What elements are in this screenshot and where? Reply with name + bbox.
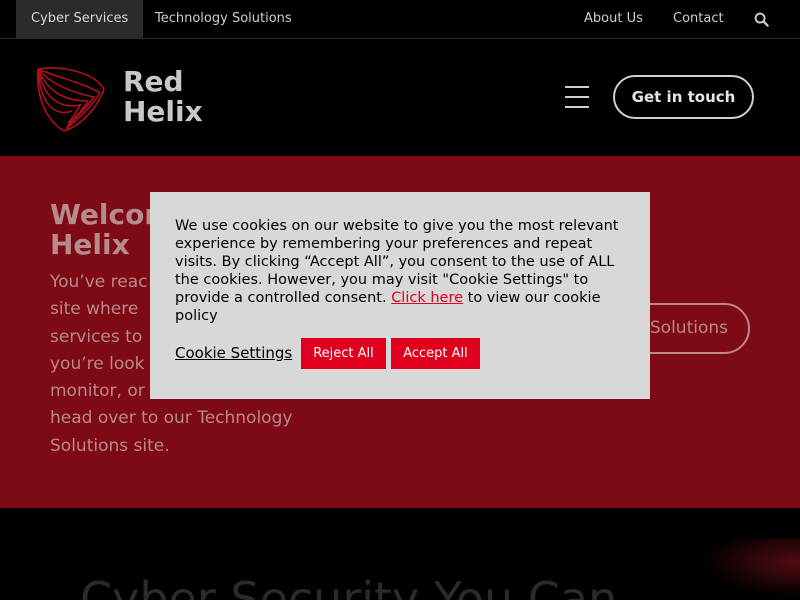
search-icon[interactable] [754, 12, 769, 27]
tab-cyber-services[interactable]: Cyber Services [16, 0, 144, 38]
decorative-glow [700, 538, 800, 598]
contact-link[interactable]: Contact [673, 0, 724, 38]
cookie-settings-link[interactable]: Cookie Settings [175, 344, 292, 362]
about-us-link[interactable]: About Us [584, 0, 643, 38]
tab-technology-solutions[interactable]: Technology Solutions [140, 0, 307, 38]
cookie-consent-text: We use cookies on our website to give yo… [175, 217, 630, 325]
red-helix-logo-icon[interactable] [34, 63, 110, 133]
section-heading: Cyber Security You Can [80, 572, 618, 600]
logo-word-helix: Helix [123, 95, 203, 128]
site-header: Red Helix Get in touch [0, 39, 800, 156]
logo-word-red: Red [123, 65, 184, 98]
top-bar: Cyber Services Technology Solutions Abou… [0, 0, 800, 39]
accept-all-button[interactable]: Accept All [391, 338, 480, 369]
bottom-section: Cyber Security You Can [0, 508, 800, 600]
cookie-consent-modal: We use cookies on our website to give yo… [150, 192, 650, 399]
logo-text[interactable]: Red Helix [123, 67, 203, 127]
get-in-touch-button[interactable]: Get in touch [613, 75, 754, 119]
hamburger-menu-icon[interactable] [565, 86, 589, 108]
cookie-policy-link[interactable]: Click here [391, 290, 463, 306]
reject-all-button[interactable]: Reject All [301, 338, 386, 369]
